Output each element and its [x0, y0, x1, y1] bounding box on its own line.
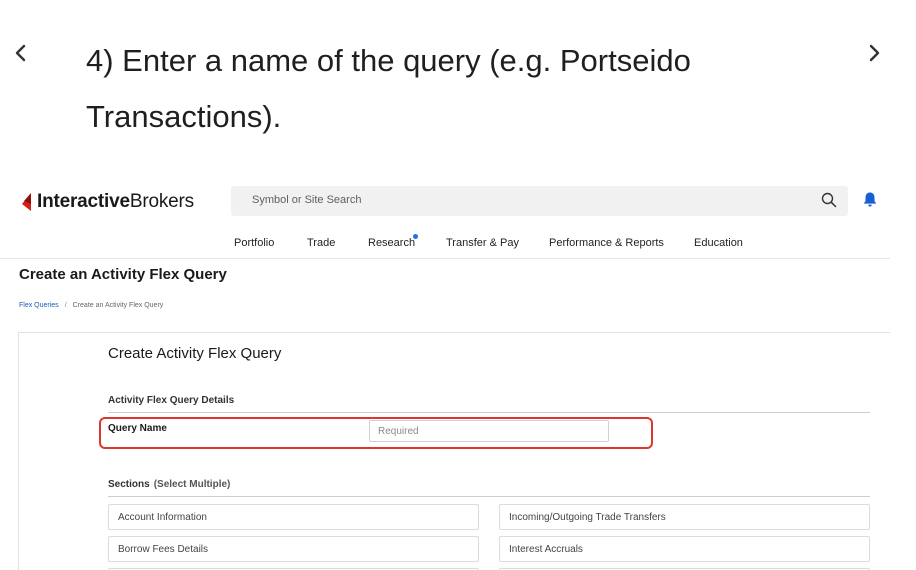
details-heading: Activity Flex Query Details: [108, 395, 235, 406]
nav-item-research[interactable]: Research: [368, 237, 415, 249]
ib-logo-mark-icon: [22, 193, 31, 211]
tutorial-caption: 4) Enter a name of the query (e.g. Ports…: [0, 0, 916, 160]
next-step-button[interactable]: [857, 36, 891, 70]
sections-divider: [108, 496, 870, 497]
logo-text: InteractiveBrokers: [37, 191, 194, 212]
search-placeholder: Symbol or Site Search: [252, 194, 362, 206]
previous-step-button[interactable]: [4, 36, 38, 70]
nav-item-education[interactable]: Education: [694, 237, 743, 249]
form-panel: Create Activity Flex Query Activity Flex…: [18, 332, 890, 570]
sections-heading: Sections (Select Multiple): [108, 479, 230, 490]
bell-icon[interactable]: [862, 191, 878, 213]
nav-item-transfer-pay[interactable]: Transfer & Pay: [446, 237, 519, 249]
query-name-input[interactable]: [369, 420, 609, 442]
section-option-account-information[interactable]: Account Information: [108, 504, 479, 530]
nav-item-trade[interactable]: Trade: [307, 237, 335, 249]
screenshot-frame: InteractiveBrokers Symbol or Site Search…: [0, 172, 916, 570]
sections-hint: (Select Multiple): [153, 479, 231, 490]
details-divider: [108, 412, 870, 413]
site-search[interactable]: Symbol or Site Search: [231, 186, 848, 216]
query-name-label: Query Name: [108, 423, 167, 434]
nav-item-performance-reports[interactable]: Performance & Reports: [549, 237, 664, 249]
search-icon[interactable]: [821, 192, 837, 213]
section-option-interest-accruals[interactable]: Interest Accruals: [499, 536, 870, 562]
breadcrumb-current: Create an Activity Flex Query: [72, 302, 164, 309]
breadcrumb-separator: /: [64, 302, 67, 309]
ib-logo[interactable]: InteractiveBrokers: [20, 190, 194, 214]
chevron-left-icon: [15, 44, 26, 62]
chevron-right-icon: [869, 44, 880, 62]
section-option-trade-transfers[interactable]: Incoming/Outgoing Trade Transfers: [499, 504, 870, 530]
form-title: Create Activity Flex Query: [108, 345, 282, 362]
breadcrumb: Flex Queries / Create an Activity Flex Que…: [19, 302, 163, 309]
breadcrumb-link-flex-queries[interactable]: Flex Queries: [19, 302, 59, 309]
section-option-borrow-fees-details[interactable]: Borrow Fees Details: [108, 536, 479, 562]
sections-label: Sections: [108, 479, 150, 490]
research-notification-dot: [413, 234, 418, 239]
main-nav: Portfolio Trade Research Transfer & Pay …: [0, 234, 890, 259]
page-title: Create an Activity Flex Query: [19, 266, 227, 283]
step-instruction: 4) Enter a name of the query (e.g. Ports…: [86, 43, 691, 134]
nav-item-portfolio[interactable]: Portfolio: [234, 237, 274, 249]
